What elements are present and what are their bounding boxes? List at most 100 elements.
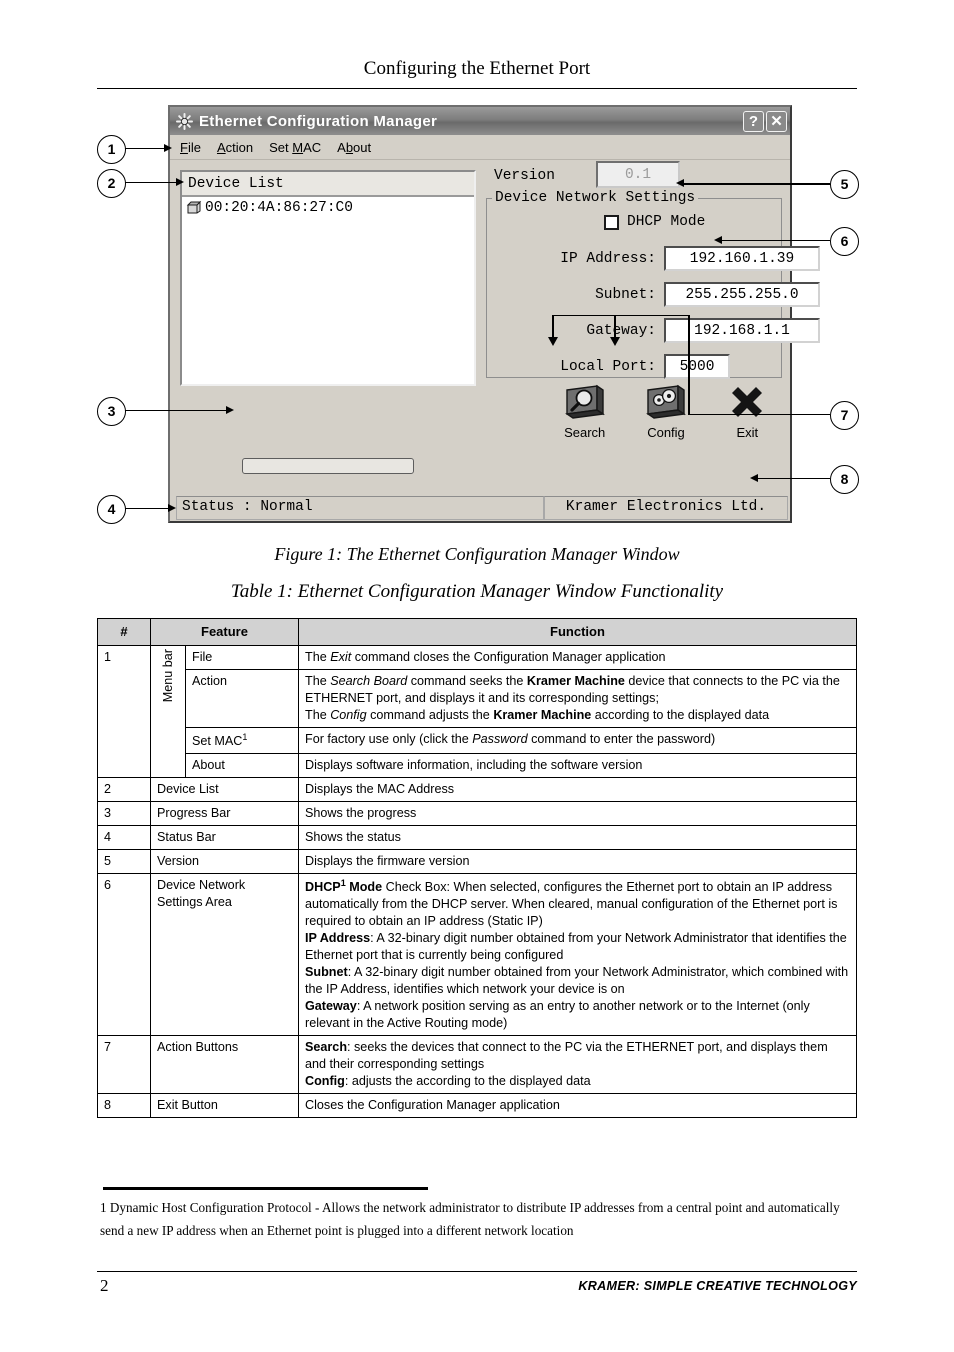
- table-header-function: Function: [298, 618, 857, 646]
- callout-7-arrow-config: [610, 337, 620, 346]
- feature-about: About: [185, 752, 299, 778]
- feature-device-list: Device List: [150, 776, 299, 802]
- table-header-number: #: [97, 618, 151, 646]
- callout-7-branch: [614, 315, 690, 316]
- table-header-row: # Feature Function: [97, 618, 857, 646]
- row-number: 2: [97, 776, 151, 802]
- dhcp-mode-label: DHCP Mode: [627, 214, 706, 230]
- function-set-mac: For factory use only (click the Password…: [298, 726, 857, 754]
- callout-5-leader: [684, 183, 830, 185]
- client-area: Device List 00:20:4A:86:27:C0 Version 0.…: [170, 160, 820, 524]
- function-action: The Search Board command seeks the Krame…: [298, 668, 857, 728]
- function-exit-button: Closes the Configuration Manager applica…: [298, 1092, 857, 1118]
- table-header-feature: Feature: [150, 618, 299, 646]
- function-status-bar: Shows the status: [298, 824, 857, 850]
- functionality-table: # Feature Function 1 Menu bar File The E…: [97, 618, 857, 1118]
- feature-exit-button: Exit Button: [150, 1092, 299, 1118]
- version-field: 0.1: [596, 161, 680, 188]
- x-cross-icon: [719, 382, 776, 424]
- search-button[interactable]: Search: [556, 382, 613, 440]
- menu-item-about[interactable]: About: [337, 140, 371, 155]
- local-port-row: Local Port: 5000: [496, 354, 730, 379]
- list-item[interactable]: 00:20:4A:86:27:C0: [182, 197, 474, 218]
- app-title: Ethernet Configuration Manager: [199, 112, 438, 130]
- function-device-list: Displays the MAC Address: [298, 776, 857, 802]
- progress-bar: [242, 458, 414, 474]
- row-number: 8: [97, 1092, 151, 1118]
- callout-3-leader: [124, 410, 228, 411]
- ip-address-row: IP Address: 192.160.1.39: [496, 246, 820, 271]
- callout-8-leader: [758, 478, 830, 479]
- footnote-text: 1 Dynamic Host Configuration Protocol - …: [100, 1200, 840, 1239]
- subnet-field[interactable]: 255.255.255.0: [664, 282, 820, 307]
- close-button[interactable]: ✕: [766, 110, 787, 132]
- device-icon: [186, 200, 203, 216]
- table-row: 1 Menu bar File The Exit command closes …: [97, 644, 857, 778]
- table-row: Action The Search Board command seeks th…: [98, 668, 857, 728]
- device-list-header: Device List: [182, 172, 474, 197]
- callout-1: 1: [97, 135, 126, 164]
- ip-address-field[interactable]: 192.160.1.39: [664, 246, 820, 271]
- callout-4-arrow: [168, 504, 176, 512]
- row-number: 1: [97, 644, 151, 778]
- action-buttons: Search Config Exit: [496, 382, 776, 440]
- callout-4-leader: [124, 508, 170, 509]
- row-number: 5: [97, 848, 151, 874]
- monitor-gears-icon: [637, 382, 694, 424]
- help-button[interactable]: ?: [743, 110, 764, 132]
- callout-7-leader: [688, 414, 830, 415]
- callout-5-arrow: [676, 179, 684, 187]
- table-row: About Displays software information, inc…: [98, 752, 857, 778]
- table-row: 3 Progress Bar Shows the progress: [97, 800, 857, 826]
- table-row: 5 Version Displays the firmware version: [97, 848, 857, 874]
- local-port-field[interactable]: 5000: [664, 354, 730, 379]
- table-row: Set MAC1 For factory use only (click the…: [98, 726, 857, 754]
- callout-2: 2: [97, 169, 126, 198]
- callout-1-leader: [124, 148, 166, 149]
- config-button-label: Config: [647, 425, 685, 440]
- footnote-divider: [103, 1187, 428, 1190]
- table-row: 7 Action Buttons Search: seeks the devic…: [97, 1034, 857, 1094]
- function-about: Displays software information, including…: [298, 752, 857, 778]
- device-mac-address: 00:20:4A:86:27:C0: [205, 199, 353, 216]
- function-action-buttons: Search: seeks the devices that connect t…: [298, 1034, 857, 1094]
- callout-8: 8: [830, 465, 859, 494]
- dhcp-mode-row[interactable]: DHCP Mode: [604, 214, 705, 230]
- gateway-label: Gateway:: [586, 322, 656, 339]
- menu-item-action[interactable]: Action: [217, 140, 253, 155]
- exit-button-label: Exit: [736, 425, 759, 440]
- row-number: 7: [97, 1034, 151, 1094]
- footer-divider: [97, 1271, 857, 1272]
- callout-7-vertical: [688, 315, 690, 415]
- callout-7-arrow-search: [548, 337, 558, 346]
- callout-7-branch-2: [552, 315, 616, 316]
- feature-version: Version: [150, 848, 299, 874]
- feature-device-network-settings: Device Network Settings Area: [150, 872, 299, 1036]
- menu-item-file[interactable]: File: [180, 140, 201, 155]
- menu-item-set-mac[interactable]: Set MAC: [269, 140, 321, 155]
- exit-button[interactable]: Exit: [719, 382, 776, 440]
- device-list[interactable]: Device List 00:20:4A:86:27:C0: [180, 170, 476, 386]
- app-window: Ethernet Configuration Manager ? ✕ File …: [168, 105, 820, 524]
- dhcp-mode-checkbox[interactable]: [604, 214, 619, 230]
- company-text: Kramer Electronics Ltd.: [544, 496, 788, 520]
- table-row: 6 Device Network Settings Area DHCP1 Mod…: [97, 872, 857, 1036]
- function-device-network-settings: DHCP1 Mode Check Box: When selected, con…: [298, 872, 857, 1036]
- gateway-row: Gateway: 192.168.1.1: [496, 318, 820, 343]
- callout-6-leader: [722, 240, 830, 241]
- feature-action: Action: [185, 668, 299, 728]
- callout-2-arrow: [176, 178, 184, 186]
- table-row: 2 Device List Displays the MAC Address: [97, 776, 857, 802]
- table-row: 4 Status Bar Shows the status: [97, 824, 857, 850]
- function-file: The Exit command closes the Configuratio…: [298, 644, 857, 670]
- config-button[interactable]: Config: [637, 382, 694, 440]
- monitor-search-icon: [556, 382, 613, 424]
- page-title: Configuring the Ethernet Port: [363, 58, 591, 79]
- menu-bar-vertical-label: Menu bar: [150, 644, 186, 778]
- header-divider: [97, 88, 857, 89]
- callout-4: 4: [97, 495, 126, 524]
- callout-3-arrow: [226, 406, 234, 414]
- status-text: Status : Normal: [176, 496, 544, 520]
- device-network-settings-title: Device Network Settings: [492, 190, 699, 206]
- page-number: 2: [100, 1276, 109, 1295]
